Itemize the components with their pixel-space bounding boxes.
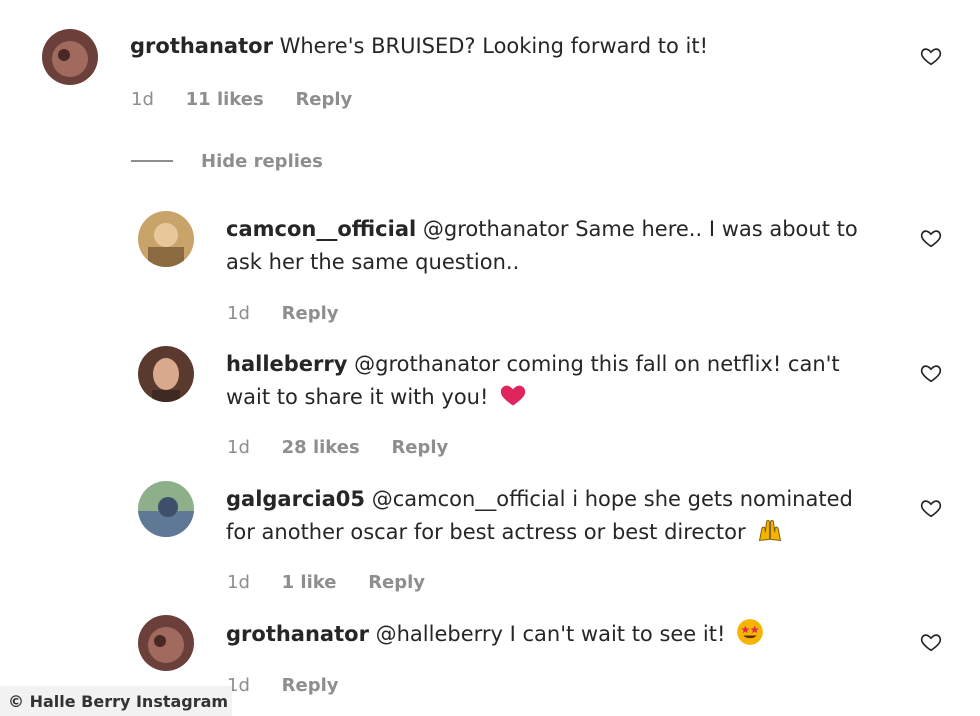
comment-meta: 1d 1 like Reply [227, 572, 451, 593]
avatar[interactable] [138, 615, 194, 671]
timestamp[interactable]: 1d [227, 303, 250, 324]
comment-meta: 1d 28 likes Reply [227, 437, 474, 458]
reply-button[interactable]: Reply [391, 437, 448, 458]
comment-meta: 1d 11 likes Reply [131, 89, 378, 110]
timestamp[interactable]: 1d [131, 89, 154, 110]
raised-hands-emoji-icon [756, 516, 784, 544]
reply-button[interactable]: Reply [368, 572, 425, 593]
timestamp[interactable]: 1d [227, 572, 250, 593]
avatar[interactable] [138, 346, 194, 402]
heart-icon[interactable] [920, 227, 942, 249]
avatar[interactable] [138, 211, 194, 267]
hide-replies-button[interactable]: Hide replies [131, 146, 323, 176]
likes-count[interactable]: 1 like [282, 572, 337, 593]
username[interactable]: halleberry [226, 352, 347, 376]
username[interactable]: camcon__official [226, 217, 416, 241]
comment-text: halleberry @grothanator coming this fall… [226, 348, 886, 414]
heart-icon[interactable] [920, 631, 942, 653]
comment-text: galgarcia05 @camcon__official i hope she… [226, 483, 886, 549]
avatar[interactable] [138, 481, 194, 537]
timestamp[interactable]: 1d [227, 437, 250, 458]
heart-icon[interactable] [920, 362, 942, 384]
reply-button[interactable]: Reply [295, 89, 352, 110]
avatar[interactable] [42, 29, 98, 85]
comment-meta: 1d Reply [227, 303, 364, 324]
comment-body: @halleberry I can't wait to see it! [375, 622, 726, 646]
likes-count[interactable]: 28 likes [282, 437, 360, 458]
divider-line [131, 160, 173, 162]
likes-count[interactable]: 11 likes [186, 89, 264, 110]
star-struck-emoji-icon [736, 618, 764, 646]
hide-replies-label: Hide replies [201, 150, 323, 172]
red-heart-emoji-icon [499, 381, 527, 409]
reply-button[interactable]: Reply [282, 675, 339, 696]
reply-button[interactable]: Reply [282, 303, 339, 324]
username[interactable]: galgarcia05 [226, 487, 365, 511]
comment-meta: 1d Reply [227, 675, 364, 696]
photo-credit: © Halle Berry Instagram [0, 686, 232, 716]
username[interactable]: grothanator [130, 34, 273, 58]
username[interactable]: grothanator [226, 622, 369, 646]
comment-text: grothanator @halleberry I can't wait to … [226, 618, 886, 651]
heart-icon[interactable] [920, 497, 942, 519]
comment-body: Where's BRUISED? Looking forward to it! [279, 34, 709, 58]
comment-text: grothanator Where's BRUISED? Looking for… [130, 30, 790, 63]
comment-text: camcon__official @grothanator Same here.… [226, 213, 886, 279]
heart-icon[interactable] [920, 45, 942, 67]
